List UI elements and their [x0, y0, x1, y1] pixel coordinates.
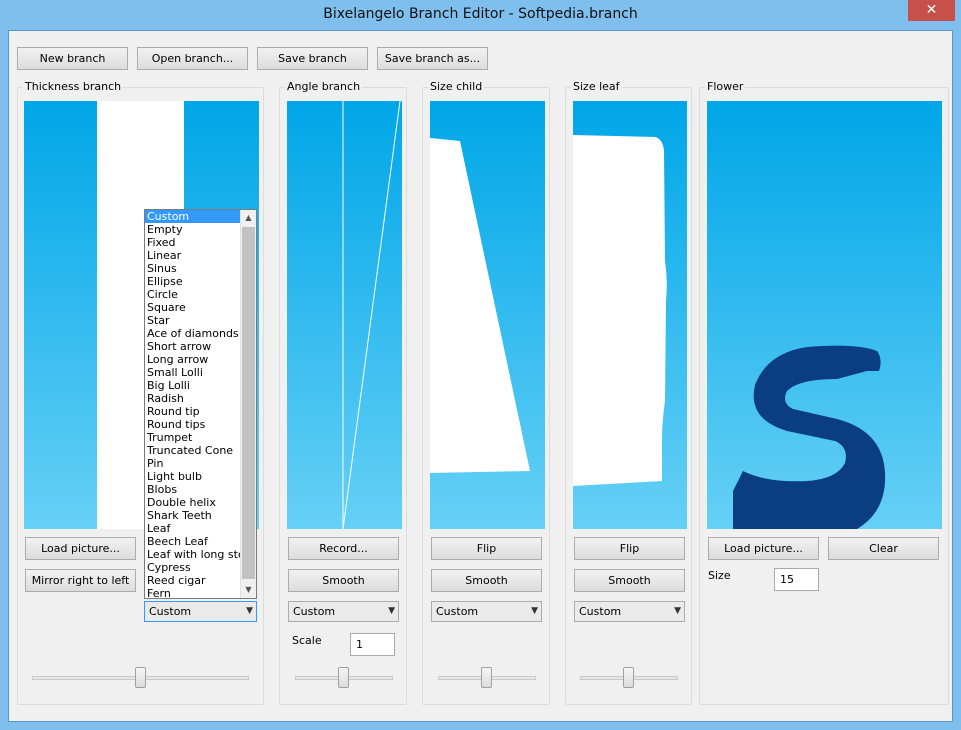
dropdown-option[interactable]: Sinus [145, 262, 242, 275]
scale-input[interactable]: 1 [350, 633, 395, 656]
save-branch-button[interactable]: Save branch [257, 47, 368, 70]
dropdown-option[interactable]: Ellipse [145, 275, 242, 288]
size-child-smooth-button[interactable]: Smooth [431, 569, 542, 592]
flower-title: Flower [705, 80, 746, 93]
dropdown-option[interactable]: Empty [145, 223, 242, 236]
dropdown-option[interactable]: Ace of diamonds [145, 327, 242, 340]
dropdown-option[interactable]: Long arrow [145, 353, 242, 366]
size-child-canvas[interactable] [430, 101, 545, 529]
dropdown-option[interactable]: Pin [145, 457, 242, 470]
dropdown-option[interactable]: Double helix [145, 496, 242, 509]
dropdown-option[interactable]: Custom [145, 210, 242, 223]
dropdown-option[interactable]: Round tips [145, 418, 242, 431]
size-leaf-select-value: Custom [579, 605, 622, 618]
app-window: Bixelangelo Branch Editor - Softpedia.br… [0, 0, 961, 730]
scroll-up-icon[interactable]: ▲ [241, 210, 256, 226]
angle-slider[interactable] [295, 667, 393, 689]
angle-shape-select[interactable]: Custom ▼ [288, 601, 399, 622]
angle-select-value: Custom [293, 605, 336, 618]
thickness-shape-select[interactable]: Custom ▼ [144, 601, 257, 622]
dropdown-option[interactable]: Radish [145, 392, 242, 405]
close-button[interactable]: ✕ [908, 0, 955, 21]
dropdown-option[interactable]: Short arrow [145, 340, 242, 353]
dropdown-option[interactable]: Square [145, 301, 242, 314]
size-child-shape [430, 138, 530, 473]
size-leaf-title: Size leaf [571, 80, 622, 93]
window-title: Bixelangelo Branch Editor - Softpedia.br… [323, 6, 638, 22]
angle-branch-title: Angle branch [285, 80, 363, 93]
save-branch-as-button[interactable]: Save branch as... [377, 47, 488, 70]
size-leaf-shape [573, 135, 667, 486]
thickness-load-picture-button[interactable]: Load picture... [25, 537, 136, 560]
dropdown-option[interactable]: Big Lolli [145, 379, 242, 392]
chevron-down-icon: ▼ [246, 606, 253, 616]
dropdown-option[interactable]: Fixed [145, 236, 242, 249]
size-leaf-flip-button[interactable]: Flip [574, 537, 685, 560]
flower-clear-button[interactable]: Clear [828, 537, 939, 560]
title-bar[interactable]: Bixelangelo Branch Editor - Softpedia.br… [0, 0, 961, 30]
flower-size-label: Size [708, 569, 731, 582]
dropdown-option[interactable]: Light bulb [145, 470, 242, 483]
slider-thumb[interactable] [135, 667, 146, 688]
size-leaf-select[interactable]: Custom ▼ [574, 601, 685, 622]
size-child-flip-button[interactable]: Flip [431, 537, 542, 560]
angle-branch-group: Angle branch Record... Smooth Custom ▼ S… [279, 80, 407, 705]
dropdown-option[interactable]: Small Lolli [145, 366, 242, 379]
dropdown-option[interactable]: Reed cigar [145, 574, 242, 587]
flower-canvas[interactable] [707, 101, 942, 529]
angle-smooth-button[interactable]: Smooth [288, 569, 399, 592]
mirror-right-to-left-button[interactable]: Mirror right to left [25, 569, 136, 592]
thickness-branch-title: Thickness branch [23, 80, 124, 93]
size-child-select-value: Custom [436, 605, 479, 618]
dropdown-option[interactable]: Star [145, 314, 242, 327]
size-leaf-smooth-button[interactable]: Smooth [574, 569, 685, 592]
scale-label: Scale [292, 634, 322, 647]
angle-curve [342, 101, 401, 529]
flower-load-picture-button[interactable]: Load picture... [708, 537, 819, 560]
dropdown-option[interactable]: Round tip [145, 405, 242, 418]
dropdown-scrollbar[interactable]: ▲ ▼ [240, 210, 256, 598]
size-child-select[interactable]: Custom ▼ [431, 601, 542, 622]
size-leaf-canvas[interactable] [573, 101, 687, 529]
new-branch-button[interactable]: New branch [17, 47, 128, 70]
dropdown-option[interactable]: Leaf [145, 522, 242, 535]
dropdown-option[interactable]: Trumpet [145, 431, 242, 444]
dropdown-option[interactable]: Circle [145, 288, 242, 301]
slider-thumb[interactable] [338, 667, 349, 688]
dropdown-option[interactable]: Blobs [145, 483, 242, 496]
scroll-thumb[interactable] [242, 227, 255, 579]
slider-thumb[interactable] [481, 667, 492, 688]
dropdown-option[interactable]: Cypress [145, 561, 242, 574]
size-child-title: Size child [428, 80, 485, 93]
flower-group: Flower Load picture... Clear Size 15 [699, 80, 949, 705]
thickness-select-value: Custom [149, 605, 192, 618]
scroll-down-icon[interactable]: ▼ [241, 582, 256, 598]
angle-canvas[interactable] [287, 101, 402, 529]
size-child-group: Size child Flip Smooth Custom ▼ [422, 80, 550, 705]
flower-size-input[interactable]: 15 [774, 568, 819, 591]
dropdown-option[interactable]: Truncated Cone [145, 444, 242, 457]
dropdown-option[interactable]: Fern [145, 587, 242, 598]
dropdown-option[interactable]: Leaf with long stem [145, 548, 242, 561]
thickness-slider[interactable] [32, 667, 249, 689]
dropdown-option[interactable]: Linear [145, 249, 242, 262]
size-leaf-group: Size leaf Flip Smooth Custom ▼ [565, 80, 692, 705]
flower-s-glyph [733, 345, 886, 529]
size-child-slider[interactable] [438, 667, 536, 689]
slider-thumb[interactable] [623, 667, 634, 688]
dropdown-option[interactable]: Beech Leaf [145, 535, 242, 548]
dropdown-option[interactable]: Shark Teeth [145, 509, 242, 522]
size-leaf-slider[interactable] [580, 667, 678, 689]
editor-panel: New branch Open branch... Save branch Sa… [8, 30, 953, 722]
open-branch-button[interactable]: Open branch... [137, 47, 248, 70]
thickness-dropdown-list[interactable]: Custom Empty Fixed Linear Sinus Ellipse Circle… [144, 209, 257, 599]
record-button[interactable]: Record... [288, 537, 399, 560]
chevron-down-icon: ▼ [674, 606, 681, 616]
chevron-down-icon: ▼ [388, 606, 395, 616]
chevron-down-icon: ▼ [531, 606, 538, 616]
